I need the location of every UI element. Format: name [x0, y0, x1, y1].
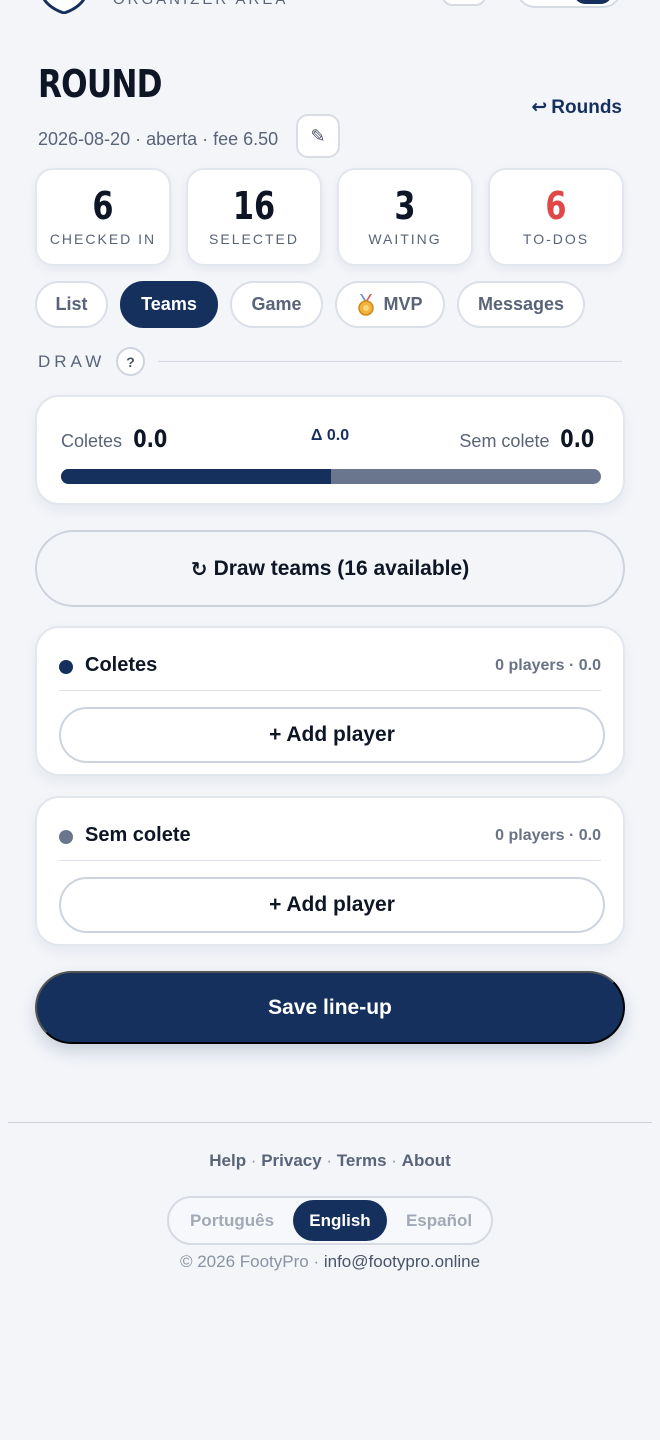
- pencil-icon: ✎: [310, 125, 326, 147]
- team-color-dot: [59, 660, 73, 674]
- add-player-button[interactable]: + Add player: [59, 707, 605, 763]
- language-portugues[interactable]: Português: [175, 1200, 289, 1241]
- language-switcher: Português English Español: [167, 1196, 493, 1245]
- tab-label: List: [55, 294, 88, 314]
- round-meta: 2026-08-20 · aberta · fee 6.50: [38, 129, 279, 149]
- copyright-text: © 2026 FootyPro ·: [179, 1252, 324, 1271]
- tab-label: MVP: [383, 294, 423, 314]
- tab-list[interactable]: List: [35, 281, 108, 328]
- team-card-coletes: Coletes 0 players · 0.0 + Add player: [35, 626, 625, 776]
- stat-label: WAITING: [368, 231, 442, 247]
- stat-waiting: 3 WAITING: [337, 168, 473, 266]
- team-color-dot: [59, 830, 73, 844]
- team-player-count: 0 players · 0.0: [495, 657, 601, 674]
- draw-section-label: DRAW: [38, 352, 106, 371]
- footer-link-privacy[interactable]: Privacy: [261, 1151, 322, 1170]
- tab-game[interactable]: Game: [230, 281, 323, 328]
- language-espanol[interactable]: Español: [391, 1200, 487, 1241]
- footer-divider: [8, 1122, 652, 1123]
- back-link-label: Rounds: [551, 97, 622, 118]
- stat-value: 16: [232, 184, 276, 228]
- header-toggle-button[interactable]: [516, 0, 622, 8]
- tab-messages[interactable]: Messages: [457, 281, 585, 328]
- help-icon[interactable]: ?: [116, 347, 145, 376]
- balance-bar-fill: [61, 469, 331, 484]
- shield-logo-icon: [42, 0, 86, 14]
- back-to-rounds-link[interactable]: ↩ Rounds: [531, 96, 622, 119]
- edit-round-button[interactable]: ✎: [296, 114, 340, 158]
- tab-mvp[interactable]: MVP: [335, 281, 445, 328]
- footer-link-about[interactable]: About: [402, 1151, 451, 1170]
- right-team-name: Sem colete: [459, 431, 550, 451]
- team-card-sem-colete: Sem colete 0 players · 0.0 + Add player: [35, 796, 625, 946]
- stat-value: 3: [394, 184, 416, 228]
- team-balance-card: Coletes 0.0 Δ 0.0 Sem colete 0.0: [35, 395, 625, 505]
- tab-label: Teams: [141, 294, 197, 314]
- footer-link-terms[interactable]: Terms: [337, 1151, 387, 1170]
- language-english[interactable]: English: [293, 1200, 387, 1241]
- return-arrow-icon: ↩: [531, 96, 548, 118]
- copyright: © 2026 FootyPro · info@footypro.online: [0, 1252, 660, 1272]
- contact-email-link[interactable]: info@footypro.online: [324, 1252, 480, 1271]
- team-name: Sem colete: [85, 824, 191, 846]
- tab-label: Game: [251, 294, 302, 314]
- add-player-button[interactable]: + Add player: [59, 877, 605, 933]
- balance-bar: [61, 469, 601, 484]
- right-team-score: 0.0: [560, 425, 595, 453]
- team-name: Coletes: [85, 654, 158, 676]
- footer-link-help[interactable]: Help: [209, 1151, 246, 1170]
- balance-right: Sem colete 0.0: [459, 425, 599, 453]
- toggle-knob: [574, 0, 612, 4]
- save-lineup-button[interactable]: Save line-up: [35, 971, 625, 1044]
- draw-teams-button[interactable]: ↻ Draw teams (16 available): [35, 530, 625, 607]
- stat-label: CHECKED IN: [49, 231, 157, 247]
- medal-icon: [358, 293, 375, 316]
- stat-selected: 16 SELECTED: [186, 168, 322, 266]
- team-divider: [59, 690, 601, 691]
- stats-row: 6 CHECKED IN 16 SELECTED 3 WAITING 6 TO-…: [35, 168, 625, 266]
- footer-links: Help · Privacy · Terms · About: [209, 1151, 451, 1170]
- top-header: ORGANIZER AREA: [0, 0, 660, 16]
- header-icon-button[interactable]: [442, 0, 486, 6]
- refresh-icon: ↻: [190, 556, 208, 581]
- tab-label: Messages: [477, 294, 565, 314]
- stat-label: TO-DOS: [522, 231, 590, 247]
- team-player-count: 0 players · 0.0: [495, 827, 601, 844]
- stat-value: 6: [545, 184, 567, 228]
- stat-todos: 6 TO-DOS: [488, 168, 624, 266]
- stat-value: 6: [92, 184, 114, 228]
- organizer-area-label: ORGANIZER AREA: [113, 0, 288, 8]
- tab-teams[interactable]: Teams: [120, 281, 218, 328]
- section-divider: [158, 361, 622, 362]
- stat-checked-in: 6 CHECKED IN: [35, 168, 171, 266]
- page-title: ROUND: [38, 62, 162, 106]
- draw-teams-label: Draw teams (16 available): [213, 556, 470, 580]
- stat-label: SELECTED: [209, 231, 299, 247]
- team-divider: [59, 860, 601, 861]
